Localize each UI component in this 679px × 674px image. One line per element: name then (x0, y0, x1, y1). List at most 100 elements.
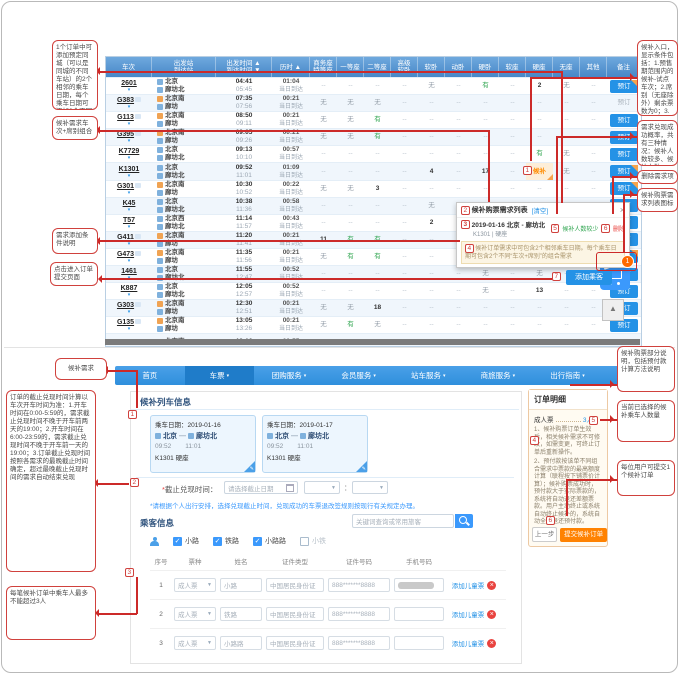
expand-caret-icon[interactable]: ▾ (128, 259, 131, 263)
adult-ticket-label: 成人票 (534, 414, 554, 424)
expand-caret-icon[interactable]: ▾ (128, 174, 131, 178)
clear-all-link[interactable]: [清空] (532, 205, 549, 215)
search-button[interactable] (455, 514, 473, 528)
seat-cell: 有 (337, 317, 364, 333)
quick-passenger-小路[interactable]: ✓小路 (173, 536, 199, 546)
arrive-station-icon (157, 292, 163, 298)
expand-caret-icon[interactable]: ▾ (128, 105, 131, 109)
phone-input[interactable] (394, 636, 444, 650)
expand-caret-icon[interactable]: ▾ (128, 139, 131, 143)
book-button[interactable]: 预订 (610, 114, 638, 127)
book-button[interactable]: 预订 (610, 148, 638, 161)
nav-item-出行指南[interactable]: 出行指南▾ (533, 366, 603, 385)
quick-passenger-小路路[interactable]: ✓小路路 (253, 536, 286, 546)
popup-title: 候补购票需求列表 (472, 205, 528, 215)
id-type-input[interactable]: 中国居民身份证 (266, 607, 324, 621)
nav-item-会员服务[interactable]: 会员服务▾ (324, 366, 394, 385)
expand-caret-icon[interactable]: ▾ (128, 327, 131, 331)
deadline-date-input[interactable]: 请选择截止日期 (224, 481, 298, 494)
column-header[interactable]: 软卧 (418, 57, 445, 77)
id-type-input[interactable]: 中国居民身份证 (266, 578, 324, 592)
candidate-waitlist-cell[interactable]: 1候补 (526, 163, 553, 179)
expand-caret-icon[interactable]: ▾ (128, 242, 131, 246)
chevron-down-icon: ▼ (331, 485, 336, 491)
seat-cell: 无 (310, 317, 337, 333)
name-input[interactable]: 铁路 (220, 607, 262, 621)
column-header[interactable]: 硬卧 (472, 57, 499, 77)
delete-passenger-icon[interactable]: × (487, 581, 496, 590)
deadline-minute-select[interactable]: ▼ (352, 481, 388, 494)
delete-passenger-icon[interactable]: × (487, 639, 496, 648)
checkbox-icon[interactable]: ✓ (213, 537, 222, 546)
annotation-line (612, 176, 614, 214)
annotation-marker: 4 (530, 436, 539, 445)
deadline-hour-select[interactable]: ▼ (304, 481, 340, 494)
expand-caret-icon[interactable]: ▾ (128, 122, 131, 126)
add-passenger-button[interactable]: 添加乘客 (566, 270, 612, 285)
column-header[interactable]: 二等座 (364, 57, 391, 77)
previous-step-button[interactable]: 上一步 (532, 527, 557, 542)
nav-item-团购服务[interactable]: 团购服务▾ (254, 366, 324, 385)
depart-station-icon (157, 284, 163, 290)
checkbox-icon[interactable]: ✓ (173, 537, 182, 546)
nav-item-车票[interactable]: 车票▾ (185, 366, 255, 385)
seat-cell: -- (364, 78, 391, 94)
column-header[interactable]: 出发时间 ▲到达时间 ▼ (216, 57, 272, 77)
checkbox-icon[interactable] (300, 537, 309, 546)
nav-item-站车服务[interactable]: 站车服务▾ (394, 366, 464, 385)
quick-passenger-小铁[interactable]: 小铁 (300, 536, 326, 546)
back-to-top-button[interactable]: ▲ (602, 299, 624, 321)
expand-caret-icon[interactable]: ▾ (128, 88, 131, 92)
quick-passenger-铁路[interactable]: ✓铁路 (213, 536, 239, 546)
column-header[interactable]: 出发站到达站 (152, 57, 216, 77)
column-header[interactable]: 历时 ▲ (272, 57, 310, 77)
name-input[interactable]: 小路路 (220, 636, 262, 650)
seat-cell: -- (472, 112, 499, 128)
phone-input[interactable] (394, 578, 444, 592)
expand-caret-icon[interactable]: ▾ (128, 191, 131, 195)
annotation-marker: 1 (128, 410, 137, 419)
expand-caret-icon[interactable]: ▾ (128, 293, 131, 297)
submit-waitlist-order-button[interactable]: 提交候补订单 (560, 528, 607, 542)
annotation-callout: 删除需求项 (637, 170, 678, 184)
depart-station-icon (157, 199, 163, 205)
add-child-ticket-link[interactable]: 添加儿童票 (452, 609, 485, 619)
journey-card-1[interactable]: 乘车日期：2019-01-16 北京—廊坊北 09:5211:01 K1301 … (150, 415, 256, 473)
annotation-line (107, 370, 137, 372)
ticket-type-select[interactable]: 成人票▼ (174, 636, 216, 650)
id-number-input[interactable]: 888*******8888 (328, 636, 390, 650)
column-header[interactable]: 车次 (106, 57, 152, 77)
journey-card-2[interactable]: 乘车日期：2019-01-17 北京—廊坊北 09:5211:01 K1301 … (262, 415, 368, 473)
table-bottom-scrollbar[interactable] (105, 339, 640, 345)
column-header[interactable]: 高级软卧 (391, 57, 418, 77)
id-number-input[interactable]: 888*******8888 (328, 607, 390, 621)
annotation-callout: 候补购票需求列表图标 (637, 188, 678, 212)
column-header[interactable]: 商务座特等座 (310, 57, 337, 77)
column-header[interactable]: 硬座 (526, 57, 553, 77)
passenger-search-input[interactable]: 关键词查询或常用旅客 (352, 514, 454, 528)
column-header[interactable]: 动卧 (445, 57, 472, 77)
add-child-ticket-link[interactable]: 添加儿童票 (452, 638, 485, 648)
column-header[interactable]: 无座 (553, 57, 580, 77)
checkbox-icon[interactable]: ✓ (253, 537, 262, 546)
book-button[interactable]: 预订 (610, 80, 638, 93)
column-header[interactable]: 软座 (499, 57, 526, 77)
name-input[interactable]: 小路 (220, 578, 262, 592)
column-header[interactable]: 其他 (580, 57, 607, 77)
expand-caret-icon[interactable]: ▾ (128, 208, 131, 212)
expand-caret-icon[interactable]: ▾ (128, 310, 131, 314)
id-type-input[interactable]: 中国居民身份证 (266, 636, 324, 650)
ticket-type-select[interactable]: 成人票▼ (174, 578, 216, 592)
expand-caret-icon[interactable]: ▾ (128, 156, 131, 160)
duration-cell: 00:22当日到达 (272, 181, 310, 197)
column-header[interactable]: 一等座 (337, 57, 364, 77)
nav-item-商旅服务[interactable]: 商旅服务▾ (463, 366, 533, 385)
phone-input[interactable] (394, 607, 444, 621)
id-number-input[interactable]: 888*******8888 (328, 578, 390, 592)
delete-passenger-icon[interactable]: × (487, 610, 496, 619)
add-child-ticket-link[interactable]: 添加儿童票 (452, 580, 485, 590)
expand-caret-icon[interactable]: ▾ (128, 225, 131, 229)
nav-item-首页[interactable]: 首页 (115, 366, 185, 385)
seat-cell: -- (499, 283, 526, 299)
ticket-type-select[interactable]: 成人票▼ (174, 607, 216, 621)
